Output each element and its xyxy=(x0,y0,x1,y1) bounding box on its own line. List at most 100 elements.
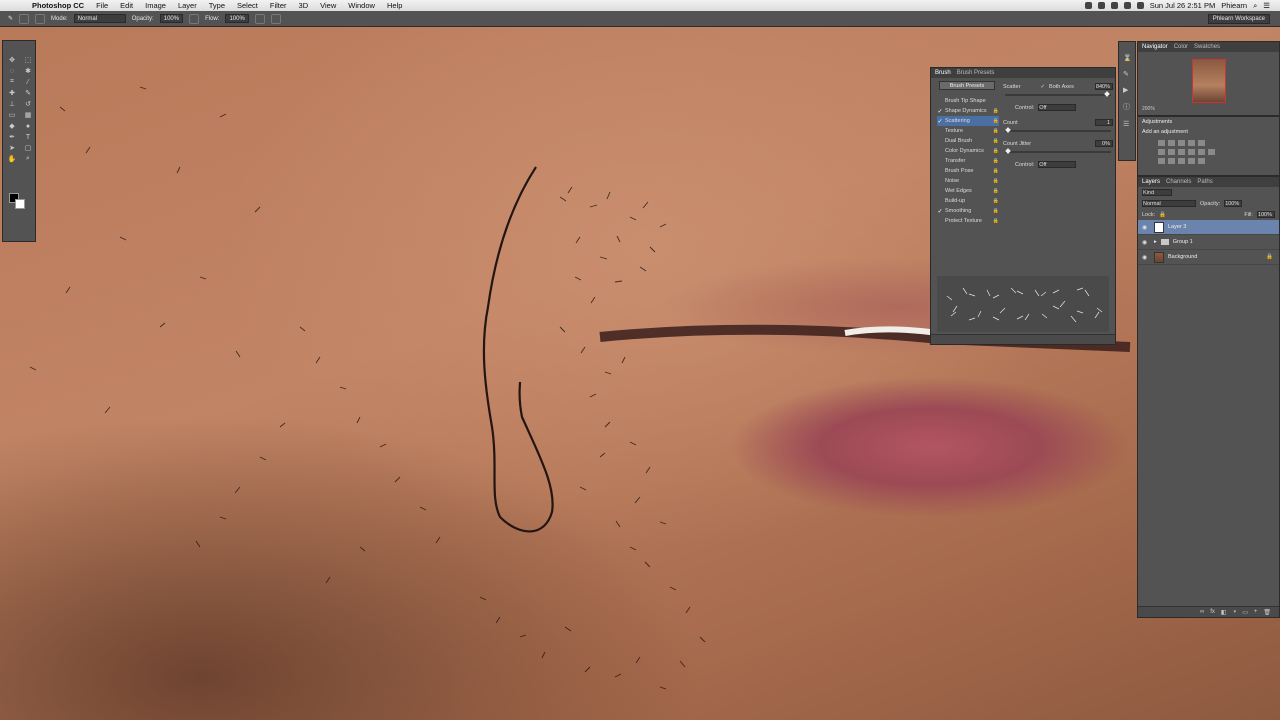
color-lookup-icon[interactable] xyxy=(1208,149,1215,155)
tab-navigator[interactable]: Navigator xyxy=(1142,44,1168,50)
brush-tool-icon[interactable]: ✎ xyxy=(8,15,13,22)
brush-panel-toggle-icon[interactable] xyxy=(35,13,46,24)
menu-edit[interactable]: Edit xyxy=(114,1,139,10)
lock-icon[interactable]: 🔒 xyxy=(993,208,999,214)
both-axes-checkbox[interactable]: ✓ xyxy=(1040,84,1045,90)
brightness-icon[interactable] xyxy=(1158,140,1165,146)
menu-filter[interactable]: Filter xyxy=(264,1,293,10)
workspace-switcher[interactable]: Phlearn Workspace xyxy=(1207,13,1270,24)
brush-setting-item[interactable]: ✓ Shape Dynamics 🔒 xyxy=(937,106,999,116)
layer-name[interactable]: Group 1 xyxy=(1173,239,1193,245)
lock-icon[interactable]: 🔒 xyxy=(1159,212,1166,218)
layer-row-group-1[interactable]: ◉ ▸ Group 1 xyxy=(1138,235,1279,250)
count-value[interactable]: 1 xyxy=(1095,119,1113,126)
checkbox-icon[interactable] xyxy=(937,178,943,184)
properties-icon[interactable]: ☰ xyxy=(1123,120,1131,128)
history-brush-icon[interactable]: ↺ xyxy=(22,99,34,109)
menu-type[interactable]: Type xyxy=(203,1,231,10)
checkbox-icon[interactable] xyxy=(937,168,943,174)
visibility-eye-icon[interactable]: ◉ xyxy=(1142,239,1150,246)
checkbox-icon[interactable] xyxy=(937,138,943,144)
background-color-swatch[interactable] xyxy=(15,199,25,209)
brush-setting-item[interactable]: Protect Texture 🔒 xyxy=(937,216,999,226)
new-adjustment-icon[interactable]: ◑ xyxy=(1233,609,1237,616)
lock-icon[interactable]: 🔒 xyxy=(993,188,999,194)
layer-fill-input[interactable]: 100% xyxy=(1256,211,1275,218)
invert-icon[interactable] xyxy=(1158,158,1165,164)
tab-color[interactable]: Color xyxy=(1174,44,1188,50)
blur-tool-icon[interactable]: ◆ xyxy=(6,121,18,131)
channel-mixer-icon[interactable] xyxy=(1198,149,1205,155)
tab-swatches[interactable]: Swatches xyxy=(1194,44,1220,50)
control-select[interactable]: Off xyxy=(1038,161,1077,168)
airbrush-icon[interactable] xyxy=(254,13,265,24)
stamp-tool-icon[interactable]: ⊥ xyxy=(6,99,18,109)
lock-icon[interactable]: 🔒 xyxy=(1266,254,1273,260)
lock-icon[interactable]: 🔒 xyxy=(993,138,999,144)
visibility-eye-icon[interactable]: ◉ xyxy=(1142,254,1150,261)
flow-input[interactable]: 100% xyxy=(225,14,249,23)
delete-layer-icon[interactable]: 🗑 xyxy=(1263,609,1271,616)
menu-image[interactable]: Image xyxy=(139,1,172,10)
user-name[interactable]: Phiearn xyxy=(1221,1,1247,10)
checkbox-icon[interactable] xyxy=(937,128,943,134)
brush-presets-button[interactable]: Brush Presets xyxy=(939,81,995,90)
path-select-icon[interactable]: ➤ xyxy=(6,143,18,153)
lock-icon[interactable]: 🔒 xyxy=(993,128,999,134)
checkbox-icon[interactable]: ✓ xyxy=(937,118,943,125)
zoom-tool-icon[interactable]: ⌕ xyxy=(22,154,34,164)
menu-select[interactable]: Select xyxy=(231,1,264,10)
layer-mask-icon[interactable]: ◧ xyxy=(1221,609,1227,616)
brush-setting-item[interactable]: Texture 🔒 xyxy=(937,126,999,136)
lock-icon[interactable]: 🔒 xyxy=(993,148,999,154)
scatter-value[interactable]: 840% xyxy=(1094,83,1113,90)
spotlight-icon[interactable]: ⌕ xyxy=(1253,1,1257,11)
menu-view[interactable]: View xyxy=(314,1,342,10)
layer-row-layer-3[interactable]: ◉ Layer 3 xyxy=(1138,220,1279,235)
app-menu[interactable]: Photoshop CC xyxy=(26,1,90,10)
lock-icon[interactable]: 🔒 xyxy=(993,198,999,204)
vibrance-icon[interactable] xyxy=(1198,140,1205,146)
dodge-tool-icon[interactable]: ● xyxy=(22,121,34,131)
crop-tool-icon[interactable]: ⌗ xyxy=(6,77,18,87)
tab-channels[interactable]: Channels xyxy=(1166,179,1191,185)
hand-tool-icon[interactable]: ✋ xyxy=(6,154,18,164)
pen-tool-icon[interactable]: ✒ xyxy=(6,132,18,142)
status-icon[interactable] xyxy=(1097,2,1105,9)
layer-name[interactable]: Layer 3 xyxy=(1168,224,1186,230)
brush-tool-icon[interactable]: ✎ xyxy=(22,88,34,98)
move-tool-icon[interactable]: ✥ xyxy=(6,55,18,65)
new-layer-icon[interactable]: + xyxy=(1254,609,1258,616)
opacity-input[interactable]: 100% xyxy=(159,14,184,23)
brush-setting-item[interactable]: Color Dynamics 🔒 xyxy=(937,146,999,156)
slider-knob[interactable] xyxy=(1005,148,1011,154)
menu-window[interactable]: Window xyxy=(342,1,381,10)
healing-tool-icon[interactable]: ✚ xyxy=(6,88,18,98)
checkbox-icon[interactable] xyxy=(937,158,943,164)
checkbox-icon[interactable] xyxy=(937,198,943,204)
eyedropper-tool-icon[interactable]: ⁄ xyxy=(22,77,34,87)
brush-setting-item-selected[interactable]: ✓ Scattering 🔒 xyxy=(937,116,999,126)
scatter-slider[interactable] xyxy=(1005,91,1111,97)
tab-brush-presets[interactable]: Brush Presets xyxy=(957,70,995,76)
slider-knob[interactable] xyxy=(1103,91,1110,97)
checkbox-icon[interactable] xyxy=(937,188,943,194)
status-icon[interactable] xyxy=(1110,2,1118,9)
pressure-opacity-icon[interactable] xyxy=(189,13,200,24)
menu-file[interactable]: File xyxy=(90,1,114,10)
tab-paths[interactable]: Paths xyxy=(1197,179,1212,185)
brush-preset-picker[interactable] xyxy=(19,13,30,24)
navigator-thumbnail[interactable] xyxy=(1192,59,1226,103)
brush-setting-item[interactable]: Build-up 🔒 xyxy=(937,196,999,206)
wifi-icon[interactable] xyxy=(1123,2,1131,9)
brush-setting-item[interactable]: Wet Edges 🔒 xyxy=(937,186,999,196)
status-icon[interactable] xyxy=(1084,2,1092,9)
clock[interactable]: Sun Jul 26 2:51 PM xyxy=(1150,1,1215,10)
new-group-icon[interactable]: ▭ xyxy=(1242,609,1248,616)
curves-icon[interactable] xyxy=(1178,140,1185,146)
history-icon[interactable]: ⌛ xyxy=(1123,54,1132,62)
count-jitter-slider[interactable] xyxy=(1005,148,1111,154)
brush-setting-item[interactable]: Transfer 🔒 xyxy=(937,156,999,166)
layer-name[interactable]: Background xyxy=(1168,254,1197,260)
layer-kind-filter[interactable]: Kind xyxy=(1142,189,1172,196)
